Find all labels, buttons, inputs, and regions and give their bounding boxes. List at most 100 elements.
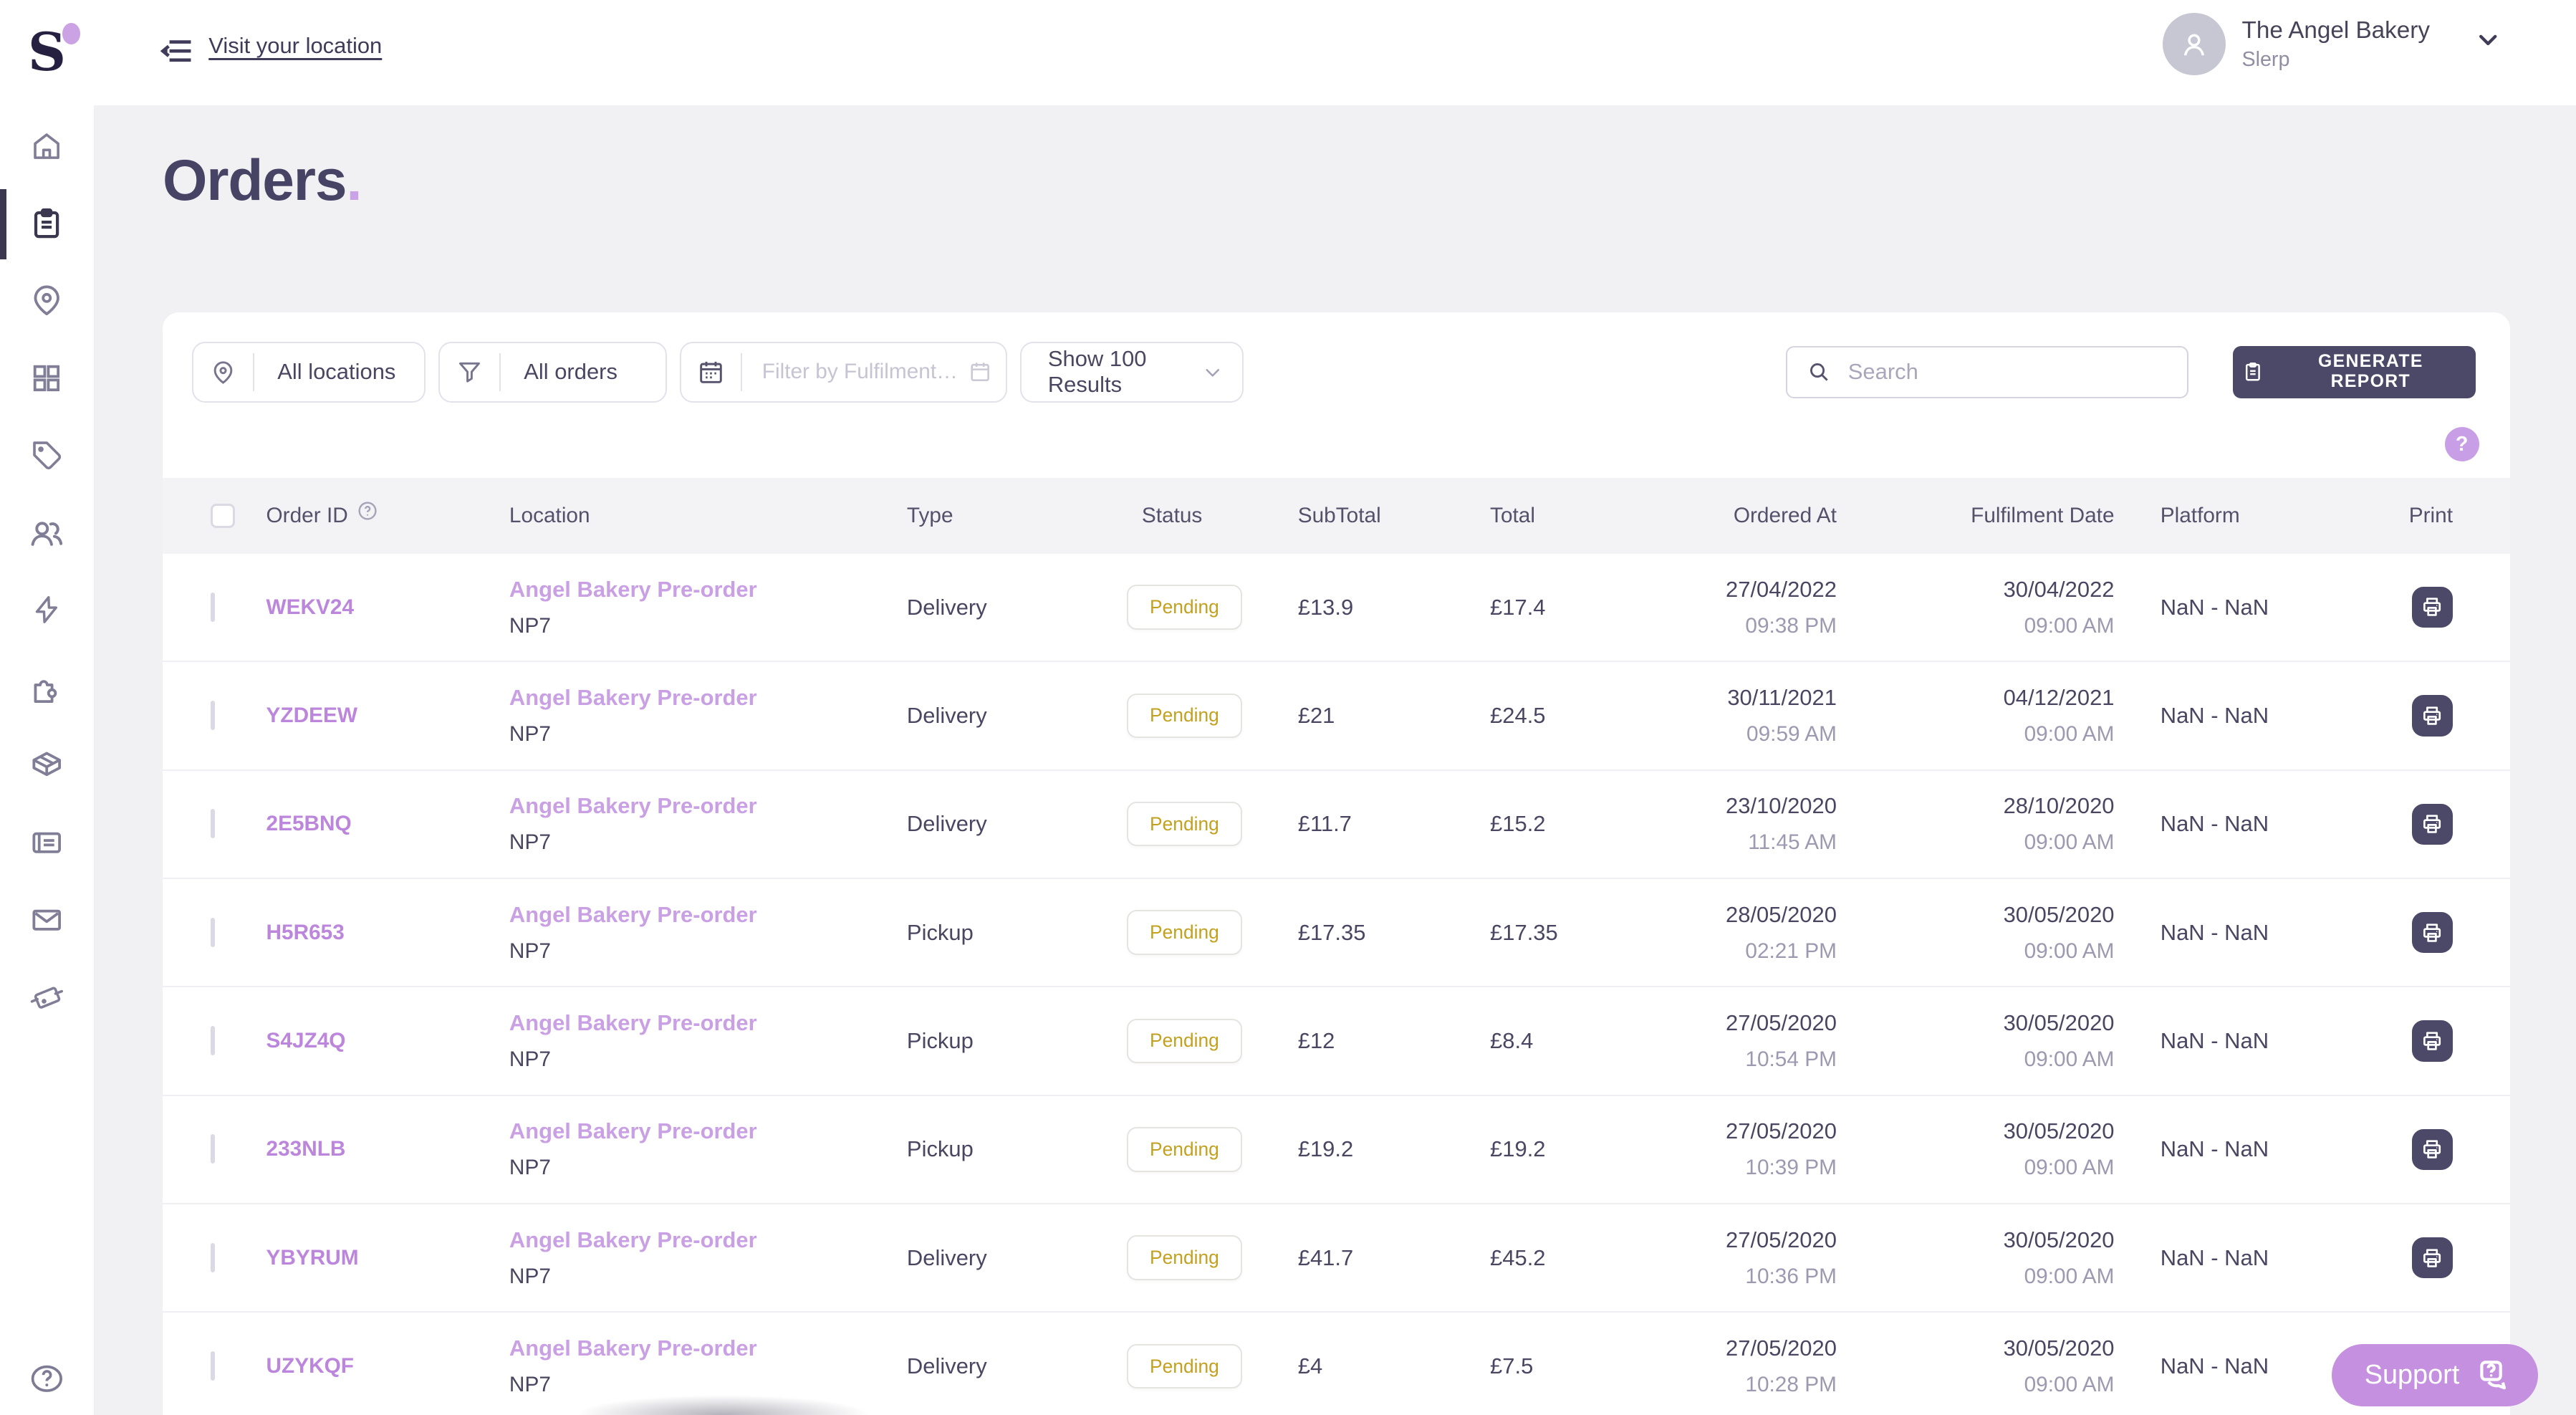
sidebar-collapse-icon[interactable] (158, 33, 193, 69)
table-row: YBYRUM Angel Bakery Pre-order NP7 Delive… (163, 1204, 2510, 1313)
print-button[interactable] (2412, 912, 2453, 953)
sidebar-item-news[interactable] (0, 805, 94, 881)
order-id-link[interactable]: 233NLB (266, 1137, 509, 1161)
location-link[interactable]: Angel Bakery Pre-order (509, 1227, 907, 1253)
sidebar-item-locations[interactable] (0, 263, 94, 338)
sidebar-item-inventory[interactable] (0, 728, 94, 803)
order-id-link[interactable]: YZDEEW (266, 704, 509, 728)
total-value: £15.2 (1490, 811, 1640, 837)
location-link[interactable]: Angel Bakery Pre-order (509, 793, 907, 819)
row-checkbox-cell (211, 920, 266, 946)
location-link[interactable]: Angel Bakery Pre-order (509, 685, 907, 711)
order-id-link[interactable]: 2E5BNQ (266, 812, 509, 836)
location-link[interactable]: Angel Bakery Pre-order (509, 1010, 907, 1036)
status-cell: Pending (1127, 1127, 1298, 1172)
print-button[interactable] (2412, 804, 2453, 845)
orders-filter[interactable]: All orders (438, 342, 667, 403)
sidebar-item-payments[interactable] (0, 959, 94, 1035)
order-id-help-icon[interactable] (356, 499, 379, 522)
printer-icon (2421, 921, 2443, 944)
location-postcode: NP7 (509, 1265, 907, 1289)
calendar-icon-light (968, 360, 992, 384)
location-postcode: NP7 (509, 1373, 907, 1397)
support-button[interactable]: Support (2332, 1344, 2538, 1406)
grid-icon (30, 362, 63, 395)
order-id-link[interactable]: WEKV24 (266, 595, 509, 620)
row-checkbox-cell (211, 595, 266, 620)
account-menu[interactable]: The Angel Bakery Slerp (2163, 13, 2500, 75)
search-box (1786, 346, 2188, 398)
order-id-link[interactable]: YBYRUM (266, 1246, 509, 1270)
locations-filter[interactable]: All locations (192, 342, 426, 403)
status-cell: Pending (1127, 802, 1298, 847)
table-row: YZDEEW Angel Bakery Pre-order NP7 Delive… (163, 662, 2510, 770)
print-button[interactable] (2412, 1020, 2453, 1061)
ordered-date: 30/11/2021 (1727, 685, 1837, 711)
sidebar-item-automations[interactable] (0, 572, 94, 647)
table-help-button[interactable]: ? (2445, 427, 2479, 461)
support-chat-icon (2476, 1357, 2512, 1393)
row-checkbox[interactable] (211, 1243, 215, 1272)
total-value: £17.35 (1490, 920, 1640, 946)
order-id-link[interactable]: H5R653 (266, 921, 509, 945)
results-count-select[interactable]: Show 100 Results (1020, 342, 1244, 403)
location-link[interactable]: Angel Bakery Pre-order (509, 902, 907, 928)
printer-icon (2421, 704, 2443, 727)
row-checkbox[interactable] (211, 1134, 215, 1164)
fulfilment-date: 30/05/2020 (2004, 1010, 2115, 1036)
mail-icon (29, 902, 64, 938)
location-link[interactable]: Angel Bakery Pre-order (509, 1335, 907, 1361)
location-cell: Angel Bakery Pre-order NP7 (509, 1118, 907, 1180)
sidebar-help-button[interactable] (0, 1357, 94, 1400)
chevron-down-icon (1203, 363, 1223, 383)
sidebar-item-messages[interactable] (0, 883, 94, 958)
sidebar-item-dashboard[interactable] (0, 340, 94, 416)
sidebar-item-tags[interactable] (0, 418, 94, 493)
row-checkbox-cell (211, 1245, 266, 1271)
fulfilment-date-filter[interactable]: Filter by Fulfilment Dat… (680, 342, 1006, 403)
row-checkbox[interactable] (211, 701, 215, 730)
search-input[interactable] (1845, 358, 2187, 387)
location-link[interactable]: Angel Bakery Pre-order (509, 577, 907, 603)
print-button[interactable] (2412, 1129, 2453, 1170)
print-button[interactable] (2412, 1237, 2453, 1278)
location-link[interactable]: Angel Bakery Pre-order (509, 1118, 907, 1144)
print-button[interactable] (2412, 695, 2453, 736)
order-id-link[interactable]: S4JZ4Q (266, 1029, 509, 1053)
fulfilment-date-cell: 30/05/2020 09:00 AM (1837, 1335, 2115, 1397)
row-checkbox[interactable] (211, 1026, 215, 1055)
sidebar-item-integrations[interactable] (0, 651, 94, 726)
sidebar-item-home[interactable] (0, 108, 94, 183)
title-dot: . (346, 148, 361, 213)
order-type: Pickup (907, 1028, 1127, 1054)
select-all-cell (211, 504, 266, 528)
row-checkbox[interactable] (211, 593, 215, 622)
header-print: Print (2361, 504, 2454, 528)
row-checkbox[interactable] (211, 918, 215, 947)
print-button[interactable] (2412, 587, 2453, 628)
sidebar-item-customers[interactable] (0, 494, 94, 570)
generate-report-button[interactable]: GENERATE REPORT (2233, 346, 2476, 398)
visit-location-link[interactable]: Visit your location (208, 33, 382, 59)
row-checkbox[interactable] (211, 809, 215, 838)
ordered-at-cell: 28/05/2020 02:21 PM (1640, 902, 1837, 964)
app-root: S Visit your location The Angel Bakery S… (0, 0, 2576, 1415)
platform-value: NaN - NaN (2115, 1245, 2361, 1271)
ordered-time: 10:54 PM (1745, 1047, 1837, 1072)
puzzle-icon (29, 671, 64, 706)
sidebar-item-orders[interactable] (0, 186, 94, 261)
select-all-checkbox[interactable] (211, 504, 235, 528)
printer-icon (2421, 1138, 2443, 1161)
header-subtotal: SubTotal (1298, 504, 1490, 528)
ordered-at-cell: 23/10/2020 11:45 AM (1640, 793, 1837, 855)
fulfilment-time: 09:00 AM (2024, 1047, 2115, 1072)
order-id-link[interactable]: UZYKQF (266, 1354, 509, 1378)
fulfilment-date-cell: 30/05/2020 09:00 AM (1837, 1010, 2115, 1072)
subtotal-value: £19.2 (1298, 1136, 1490, 1162)
header-platform: Platform (2115, 504, 2361, 528)
row-checkbox[interactable] (211, 1351, 215, 1381)
topbar: S Visit your location The Angel Bakery S… (0, 0, 2576, 105)
table-header: Order ID Location Type Status SubTotal T… (163, 478, 2510, 553)
print-cell (2361, 912, 2454, 953)
card-flying-icon (28, 979, 66, 1017)
